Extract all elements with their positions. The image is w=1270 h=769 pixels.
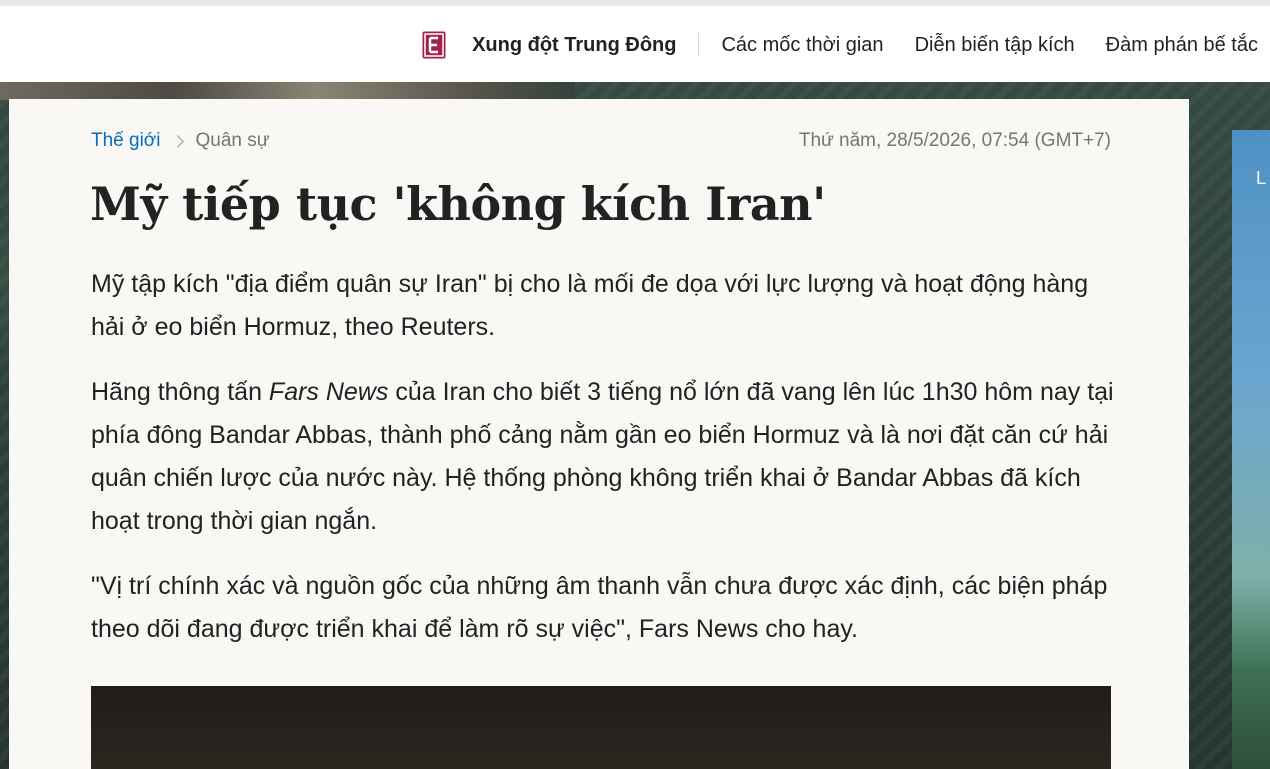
- article-card: Thế giới Quân sự Thứ năm, 28/5/2026, 07:…: [9, 99, 1189, 769]
- publish-date: Thứ năm, 28/5/2026, 07:54 (GMT+7): [798, 130, 1111, 151]
- ad-text: L: [1256, 168, 1267, 188]
- article-body: Mỹ tập kích "địa điểm quân sự Iran" bị c…: [91, 263, 1116, 673]
- topic-title-link[interactable]: Xung đột Trung Đông: [472, 33, 700, 57]
- nav-link-attacks[interactable]: Diễn biến tập kích: [915, 33, 1075, 57]
- article-paragraph: Hãng thông tấn Fars News của Iran cho bi…: [91, 371, 1116, 543]
- article-quote: "Vị trí chính xác và nguồn gốc của những…: [91, 572, 1108, 643]
- article-lead: Mỹ tập kích "địa điểm quân sự Iran" bị c…: [91, 270, 1089, 341]
- side-advertisement[interactable]: L: [1232, 130, 1270, 769]
- topic-nav: Xung đột Trung Đông Các mốc thời gian Di…: [422, 30, 1270, 60]
- top-navigation: Xung đột Trung Đông Các mốc thời gian Di…: [0, 0, 1270, 82]
- topic-logo-icon[interactable]: [422, 31, 446, 59]
- article-photo[interactable]: [91, 686, 1111, 769]
- article-title: Mỹ tiếp tục 'không kích Iran': [90, 177, 826, 231]
- paragraph-text: Hãng thông tấn: [91, 378, 269, 406]
- breadcrumb: Thế giới Quân sự: [91, 130, 269, 152]
- breadcrumb-world-link[interactable]: Thế giới: [91, 130, 161, 152]
- nav-link-timeline[interactable]: Các mốc thời gian: [721, 33, 883, 57]
- source-name: Fars News: [268, 378, 389, 406]
- breadcrumb-military-link[interactable]: Quân sự: [196, 130, 270, 152]
- background-strip: [0, 82, 575, 100]
- chevron-right-icon: [170, 134, 184, 148]
- nav-link-negotiations[interactable]: Đàm phán bế tắc: [1106, 33, 1258, 57]
